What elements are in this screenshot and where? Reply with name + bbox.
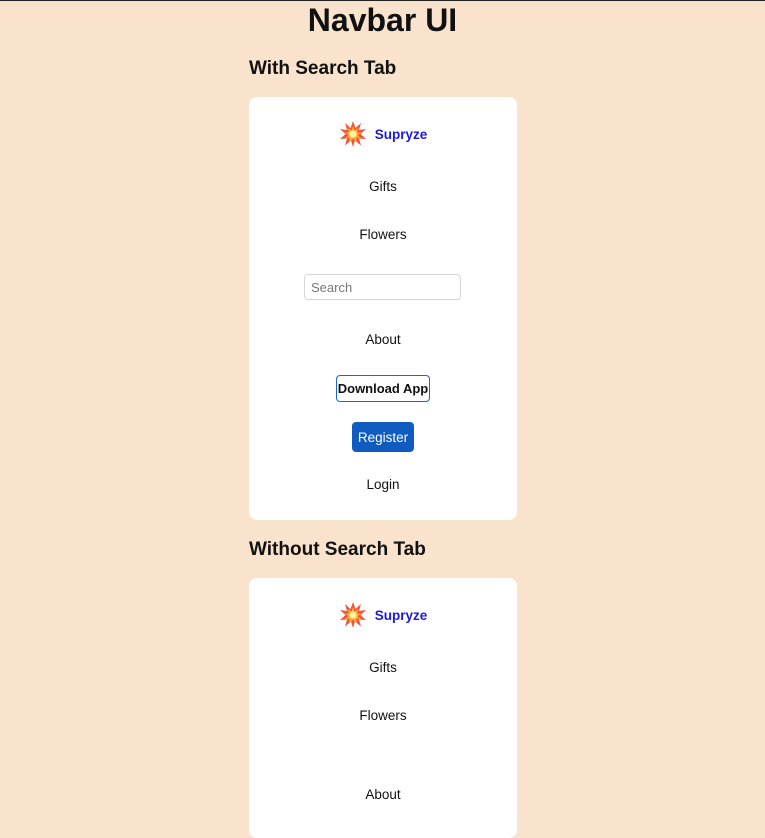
brand-name: Supryze <box>374 126 428 142</box>
section-title-with-search: With Search Tab <box>249 58 397 79</box>
nav-link-about[interactable]: About <box>249 786 517 804</box>
collision-icon <box>339 602 366 628</box>
brand[interactable]: Supryze <box>249 120 517 148</box>
nav-link-gifts[interactable]: Gifts <box>249 178 517 196</box>
register-button[interactable]: Register <box>352 422 414 452</box>
navbar-card-with-search: Supryze Gifts Flowers About Download App… <box>249 97 517 520</box>
login-link[interactable]: Login <box>249 476 517 494</box>
navbar-card-without-search: Supryze Gifts Flowers About <box>249 578 517 838</box>
nav-link-gifts[interactable]: Gifts <box>249 659 517 677</box>
download-app-button[interactable]: Download App <box>336 375 430 402</box>
nav-link-flowers[interactable]: Flowers <box>249 707 517 725</box>
search-input[interactable] <box>304 274 461 300</box>
brand-name: Supryze <box>374 607 428 623</box>
brand[interactable]: Supryze <box>249 601 517 629</box>
collision-icon <box>339 121 366 147</box>
page-title: Navbar UI <box>307 2 458 38</box>
nav-link-about[interactable]: About <box>249 331 517 349</box>
section-title-without-search: Without Search Tab <box>249 539 426 560</box>
nav-link-flowers[interactable]: Flowers <box>249 226 517 244</box>
